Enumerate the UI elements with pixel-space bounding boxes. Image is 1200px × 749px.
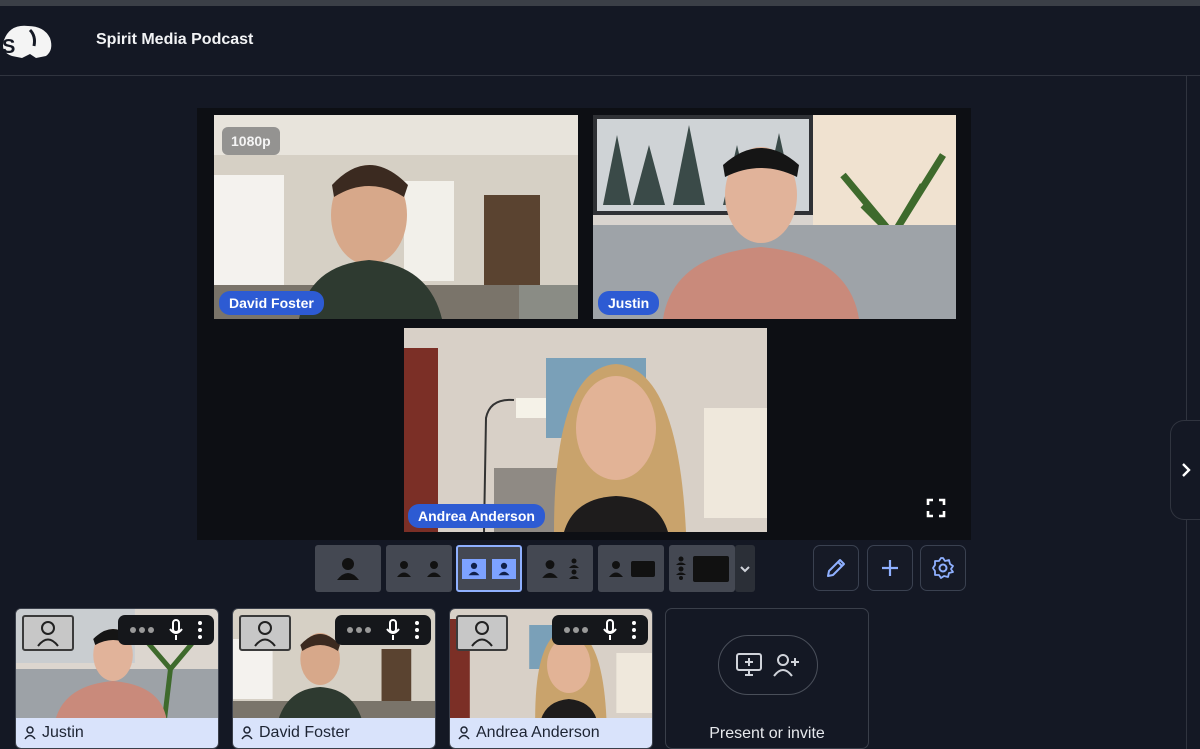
video-feed [404, 328, 767, 532]
app-title: Spirit Media Podcast [96, 31, 254, 48]
layout-cell [462, 558, 486, 579]
video-feed [593, 115, 956, 319]
person-stack-icon [676, 556, 686, 580]
right-panel-divider [1186, 76, 1200, 749]
main-stage: 1080p David Foster Justin Andrea Anderso… [197, 108, 971, 540]
screen-share-icon[interactable] [735, 652, 763, 678]
resolution-badge: 1080p [222, 127, 280, 155]
thumbnail-controls [552, 615, 648, 645]
layout-one-plus-two-button[interactable] [527, 545, 593, 592]
participant-name-label: Justin [598, 291, 660, 315]
participant-thumbnail-david-foster[interactable]: David Foster [232, 608, 436, 749]
logo-letter: S [2, 36, 15, 58]
person-icon [458, 726, 470, 740]
more-icon[interactable] [197, 620, 203, 640]
thumbnail-controls [118, 615, 214, 645]
avatar [456, 615, 508, 651]
thumbnail-name-strip: Justin [16, 718, 218, 748]
mic-icon[interactable] [168, 619, 184, 641]
app-logo: S [2, 25, 52, 58]
thumbnail-name: David Foster [259, 724, 350, 741]
person-icon [24, 726, 36, 740]
signal-dots-icon [563, 627, 588, 633]
avatar [239, 615, 291, 651]
settings-button[interactable] [920, 545, 966, 591]
layout-cell [492, 558, 516, 579]
person-icon [498, 562, 510, 575]
more-icon[interactable] [631, 620, 637, 640]
person-icon [609, 560, 623, 577]
thumbnail-name-strip: David Foster [233, 718, 435, 748]
layout-two-button[interactable] [386, 545, 452, 592]
chevron-down-icon [740, 565, 750, 572]
signal-dots-icon [129, 627, 154, 633]
person-icon [471, 621, 493, 647]
thumbnail-controls [335, 615, 431, 645]
layout-person-screen-button[interactable] [598, 545, 664, 592]
mic-icon[interactable] [385, 619, 401, 641]
participant-name-label: Andrea Anderson [408, 504, 545, 528]
person-icon [37, 621, 59, 647]
layout-more-dropdown[interactable] [735, 545, 755, 592]
person-icon [468, 562, 480, 575]
avatar [22, 615, 74, 651]
chevron-right-icon [1181, 463, 1191, 477]
mic-icon[interactable] [602, 619, 618, 641]
draw-button[interactable] [813, 545, 859, 591]
stage-tile-andrea-anderson[interactable]: Andrea Anderson [404, 328, 767, 532]
participant-thumbnail-justin[interactable]: Justin [15, 608, 219, 749]
person-icon [337, 557, 359, 580]
pencil-icon [827, 559, 845, 577]
thumbnail-name-strip: Andrea Anderson [450, 718, 652, 748]
plus-icon [882, 560, 898, 576]
add-person-icon[interactable] [773, 652, 801, 678]
person-icon [397, 560, 411, 577]
person-stack-icon [569, 558, 579, 579]
more-icon[interactable] [414, 620, 420, 640]
present-or-invite-card[interactable]: Present or invite [665, 608, 869, 749]
stage-tile-justin[interactable]: Justin [593, 115, 956, 319]
add-button[interactable] [867, 545, 913, 591]
gear-icon [932, 557, 954, 579]
layout-single-button[interactable] [315, 545, 381, 592]
stage-tile-david-foster[interactable]: 1080p David Foster [214, 115, 578, 319]
screen-icon [693, 555, 729, 582]
participant-thumbnail-andrea-anderson[interactable]: Andrea Anderson [449, 608, 653, 749]
signal-dots-icon [346, 627, 371, 633]
screen-icon [631, 560, 655, 577]
expand-panel-button[interactable] [1170, 420, 1200, 520]
person-icon [542, 559, 558, 578]
person-icon [427, 560, 441, 577]
person-icon [241, 726, 253, 740]
app-header: S Spirit Media Podcast [0, 6, 1200, 76]
invite-label: Present or invite [709, 725, 825, 742]
fullscreen-icon[interactable] [924, 496, 948, 520]
person-icon [254, 621, 276, 647]
layout-two-equal-button[interactable] [456, 545, 522, 592]
thumbnail-name: Justin [42, 724, 84, 741]
layout-list-screen-button[interactable] [669, 545, 735, 592]
invite-actions [718, 635, 818, 695]
participant-name-label: David Foster [219, 291, 324, 315]
thumbnail-name: Andrea Anderson [476, 724, 600, 741]
